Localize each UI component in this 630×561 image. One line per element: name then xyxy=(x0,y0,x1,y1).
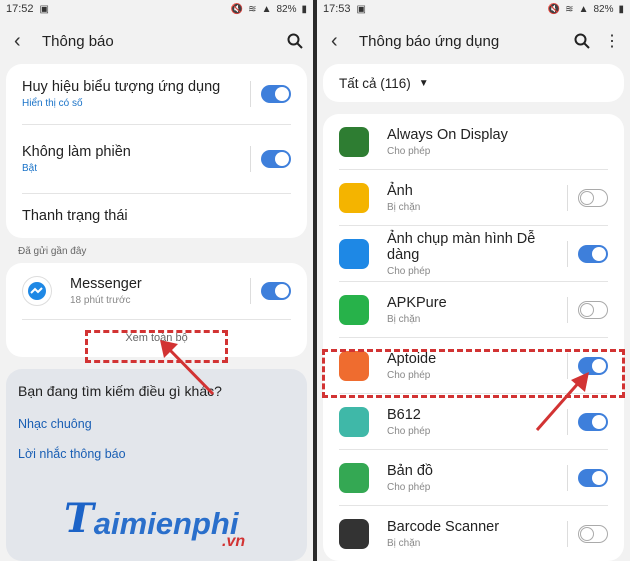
app-row[interactable]: Ảnh chụp màn hình Dễ dàng Cho phép xyxy=(323,226,624,281)
app-notification-toggle[interactable] xyxy=(578,188,608,207)
search-icon[interactable] xyxy=(287,33,303,49)
search-icon[interactable] xyxy=(574,33,590,49)
app-row[interactable]: APKPure Bị chặn xyxy=(323,282,624,337)
camera-icon xyxy=(339,238,369,269)
app-row[interactable]: Bản đồ Cho phép xyxy=(323,450,624,505)
logo-tld: .vn xyxy=(222,533,246,550)
left-screen: 17:52 ▣ 🔇 ≋ ▲ 82% ▮ ‹ Thông báo Huy hiệu… xyxy=(0,0,313,561)
page-title: Thông báo ứng dụng xyxy=(359,32,500,50)
ringtone-link[interactable]: Nhạc chuông xyxy=(18,417,295,431)
gallery-notification-icon: ▣ xyxy=(356,3,366,15)
mute-icon: 🔇 xyxy=(230,3,244,15)
setting-do-not-disturb[interactable]: Không làm phiền Bật xyxy=(6,125,307,193)
messenger-icon xyxy=(22,276,52,306)
recent-app-messenger[interactable]: Messenger 18 phút trước xyxy=(6,263,307,319)
help-question: Bạn đang tìm kiếm điều gì khác? xyxy=(18,383,222,399)
wifi-icon: ≋ xyxy=(248,3,257,15)
app-name: Ảnh xyxy=(387,182,413,199)
watermark-logo: T aimienphi .vn xyxy=(64,495,245,550)
clock-icon xyxy=(339,126,369,157)
app-status: Bị chặn xyxy=(387,537,421,549)
wifi-icon: ≋ xyxy=(565,3,574,15)
back-arrow-icon[interactable]: ‹ xyxy=(14,30,42,53)
more-options-icon[interactable]: ⋮ xyxy=(604,31,620,51)
app-notification-toggle[interactable] xyxy=(578,300,608,319)
right-screen: 17:53 ▣ 🔇 ≋ ▲ 82% ▮ ‹ Thông báo ứng dụng… xyxy=(317,0,630,561)
setting-label: Thanh trạng thái xyxy=(22,208,128,224)
recent-app-time: 18 phút trước xyxy=(70,295,131,306)
app-status: Bị chặn xyxy=(387,313,421,325)
badge-toggle[interactable] xyxy=(261,85,291,103)
status-time: 17:53 xyxy=(323,3,351,15)
messenger-toggle[interactable] xyxy=(261,282,291,300)
battery-level: 82% xyxy=(593,3,614,15)
setting-label: Huy hiệu biểu tượng ứng dụng xyxy=(22,79,221,95)
status-bar: 17:52 ▣ 🔇 ≋ ▲ 82% ▮ xyxy=(0,0,313,18)
setting-status-bar[interactable]: Thanh trạng thái xyxy=(6,194,307,238)
app-notification-toggle[interactable] xyxy=(578,524,608,543)
setting-app-icon-badges[interactable]: Huy hiệu biểu tượng ứng dụng Hiển thị có… xyxy=(6,64,307,124)
gallery-notification-icon: ▣ xyxy=(39,3,49,15)
app-status: Cho phép xyxy=(387,265,431,277)
recent-app-name: Messenger xyxy=(70,276,142,292)
logo-brand: aimienphi xyxy=(93,506,239,541)
filter-card: Tất cả (116) ▼ xyxy=(323,64,624,102)
barcode-icon xyxy=(339,518,369,549)
app-name: Bản đồ xyxy=(387,462,433,479)
setting-sub: Hiển thị có số xyxy=(22,98,83,109)
settings-card: Huy hiệu biểu tượng ứng dụng Hiển thị có… xyxy=(6,64,307,238)
mute-icon: 🔇 xyxy=(547,3,561,15)
status-time: 17:52 xyxy=(6,3,34,15)
dropdown-caret-icon: ▼ xyxy=(418,77,429,89)
app-name: APKPure xyxy=(387,294,447,311)
logo-initial: T xyxy=(64,495,94,542)
dnd-toggle[interactable] xyxy=(261,150,291,168)
status-bar: 17:53 ▣ 🔇 ≋ ▲ 82% ▮ xyxy=(317,0,630,18)
app-name: Barcode Scanner xyxy=(387,518,500,535)
battery-level: 82% xyxy=(276,3,297,15)
app-bar: ‹ Thông báo ứng dụng ⋮ xyxy=(317,18,630,64)
filter-label: Tất cả (116) xyxy=(339,75,411,91)
page-title: Thông báo xyxy=(42,32,114,50)
setting-label: Không làm phiền xyxy=(22,144,131,160)
app-name: Ảnh chụp màn hình Dễ dàng xyxy=(387,230,536,263)
b612-icon xyxy=(339,406,369,437)
app-filter-dropdown[interactable]: Tất cả (116) ▼ xyxy=(323,64,624,102)
notification-reminder-link[interactable]: Lời nhắc thông báo xyxy=(18,447,295,461)
setting-sub: Bật xyxy=(22,163,38,174)
app-status: Cho phép xyxy=(387,145,431,157)
app-row[interactable]: Always On Display Cho phép xyxy=(323,114,624,169)
pointer-arrow xyxy=(160,340,215,396)
signal-icon: ▲ xyxy=(261,3,272,15)
apkpure-icon xyxy=(339,294,369,325)
battery-icon: ▮ xyxy=(301,3,307,15)
app-row[interactable]: Barcode Scanner Bị chặn xyxy=(323,506,624,561)
pinwheel-icon xyxy=(339,182,369,213)
pointer-arrow xyxy=(535,372,589,431)
app-bar: ‹ Thông báo xyxy=(0,18,313,64)
back-arrow-icon[interactable]: ‹ xyxy=(331,30,359,53)
recent-section-label: Đã gửi gần đây xyxy=(18,246,87,257)
app-list: Always On Display Cho phép Ảnh Bị chặn Ảnh c… xyxy=(323,114,624,561)
app-name: Always On Display xyxy=(387,126,508,143)
app-row[interactable]: Ảnh Bị chặn xyxy=(323,170,624,225)
battery-icon: ▮ xyxy=(618,3,624,15)
app-status: Cho phép xyxy=(387,481,431,493)
app-notification-toggle[interactable] xyxy=(578,244,608,263)
app-notification-toggle[interactable] xyxy=(578,468,608,487)
app-status: Bị chặn xyxy=(387,201,421,213)
maps-pin-icon xyxy=(339,462,369,493)
signal-icon: ▲ xyxy=(578,3,589,15)
